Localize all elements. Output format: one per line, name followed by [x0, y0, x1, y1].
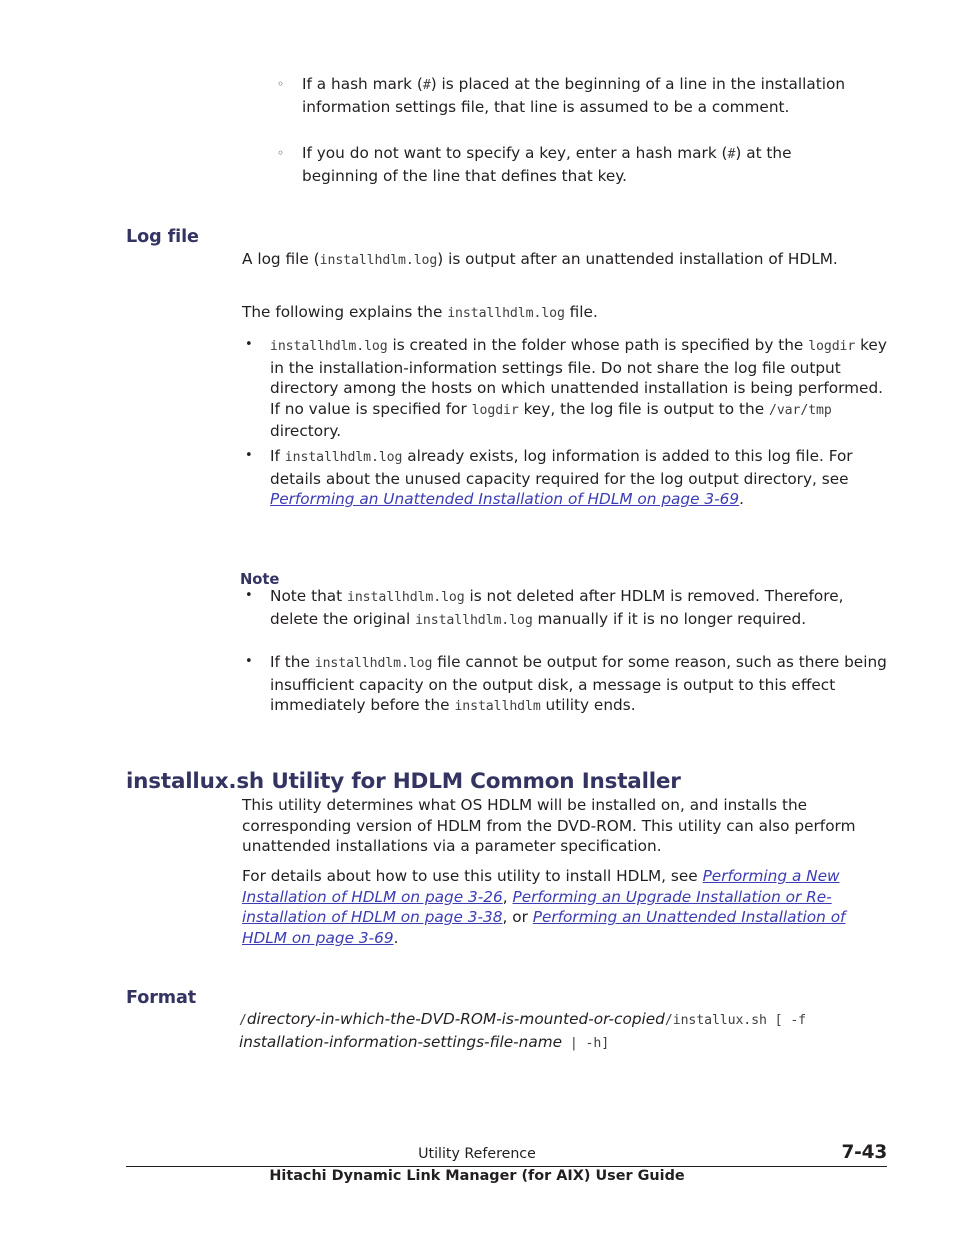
list-item-text: If installhdlm.log already exists, log i… [270, 446, 890, 510]
code-span: installhdlm.log [270, 339, 388, 354]
text-span: The following explains the [242, 303, 448, 321]
paragraph-installux-details: For details about how to use this utilit… [242, 866, 891, 948]
text-span: This utility determines what OS HDLM wil… [242, 796, 856, 856]
text-span: Note that [270, 587, 347, 605]
footer-chapter-title: Utility Reference [418, 1146, 536, 1162]
text-span: If a hash mark ( [302, 75, 423, 93]
code-span: / [239, 1013, 247, 1028]
text-span: , [502, 887, 513, 906]
text-span: If [270, 447, 285, 465]
list-bullet-hollow: ◦ [277, 77, 285, 91]
paragraph-installux-intro: This utility determines what OS HDLM wil… [242, 795, 887, 857]
code-span: # [422, 78, 431, 93]
code-span: installhdlm.log [314, 656, 433, 671]
list-item-text: If you do not want to specify a key, ent… [302, 143, 869, 186]
text-span: A log file ( [242, 250, 320, 268]
footer-book-title: Hitachi Dynamic Link Manager (for AIX) U… [269, 1168, 685, 1184]
code-span: | -h] [562, 1035, 610, 1051]
code-span: logdir [471, 402, 519, 418]
code-span: logdir [808, 339, 856, 354]
document-page: ◦ If a hash mark (#) is placed at the be… [0, 0, 954, 1235]
code-span: installhdlm [454, 699, 541, 715]
code-span: /var/tmp [768, 402, 832, 418]
text-span: is created in the folder whose path is s… [387, 336, 809, 354]
syntax-variable: installation-information-settings-file-n… [239, 1032, 563, 1051]
code-span: installhdlm.log [347, 590, 465, 605]
text-span: , or [502, 908, 533, 927]
paragraph-log-file-intro: A log file (installhdlm.log) is output a… [242, 249, 887, 272]
text-span: . [739, 490, 744, 509]
format-syntax-line: /directory-in-which-the-DVD-ROM-is-mount… [239, 1009, 894, 1054]
text-span: If you do not want to specify a key, ent… [302, 144, 728, 162]
heading-format: Format [126, 987, 197, 1008]
text-span: For details about how to use this utilit… [242, 867, 703, 885]
text-span: utility ends. [540, 696, 636, 715]
code-span: installhdlm.log [284, 450, 403, 465]
list-bullet: • [245, 448, 253, 463]
code-span: /installux.sh [ -f [664, 1013, 807, 1028]
text-span: If the [270, 653, 315, 671]
paragraph-log-file-explains: The following explains the installhdlm.l… [242, 302, 887, 325]
text-span: manually if it is no longer required. [532, 609, 807, 628]
text-span: ) is output after an unattended installa… [437, 250, 838, 268]
footer-divider [126, 1166, 887, 1167]
list-item: • If the installhdlm.log file cannot be … [245, 652, 890, 718]
list-item: ◦ If you do not want to specify a key, e… [277, 143, 869, 186]
list-bullet: • [245, 588, 253, 603]
code-span: installhdlm.log [415, 612, 533, 628]
cross-reference-link[interactable]: Performing an Unattended Installation of… [270, 490, 739, 508]
footer-page-number: 7-43 [841, 1142, 888, 1163]
code-span: installhdlm.log [319, 253, 438, 268]
list-item-text: If a hash mark (#) is placed at the begi… [302, 74, 869, 117]
list-bullet-hollow: ◦ [277, 146, 285, 160]
text-span: file. [564, 303, 598, 321]
syntax-variable: directory-in-which-the-DVD-ROM-is-mounte… [246, 1010, 665, 1028]
list-item: • installhdlm.log is created in the fold… [245, 335, 890, 442]
heading-log-file: Log file [126, 226, 199, 247]
text-span: . [393, 928, 399, 947]
text-span: directory. [270, 422, 342, 441]
text-span: key, the log file is output to the [518, 399, 769, 418]
list-item-text: Note that installhdlm.log is not deleted… [270, 586, 890, 631]
list-bullet: • [245, 654, 253, 669]
heading-installux-utility: installux.sh Utility for HDLM Common Ins… [126, 768, 681, 794]
list-item: ◦ If a hash mark (#) is placed at the be… [277, 74, 869, 117]
list-bullet: • [245, 337, 253, 352]
list-item-text: If the installhdlm.log file cannot be ou… [270, 652, 890, 718]
list-item: • Note that installhdlm.log is not delet… [245, 586, 890, 631]
code-span: installhdlm.log [447, 306, 565, 321]
list-item: • If installhdlm.log already exists, log… [245, 446, 890, 510]
list-item-text: installhdlm.log is created in the folder… [270, 335, 890, 442]
